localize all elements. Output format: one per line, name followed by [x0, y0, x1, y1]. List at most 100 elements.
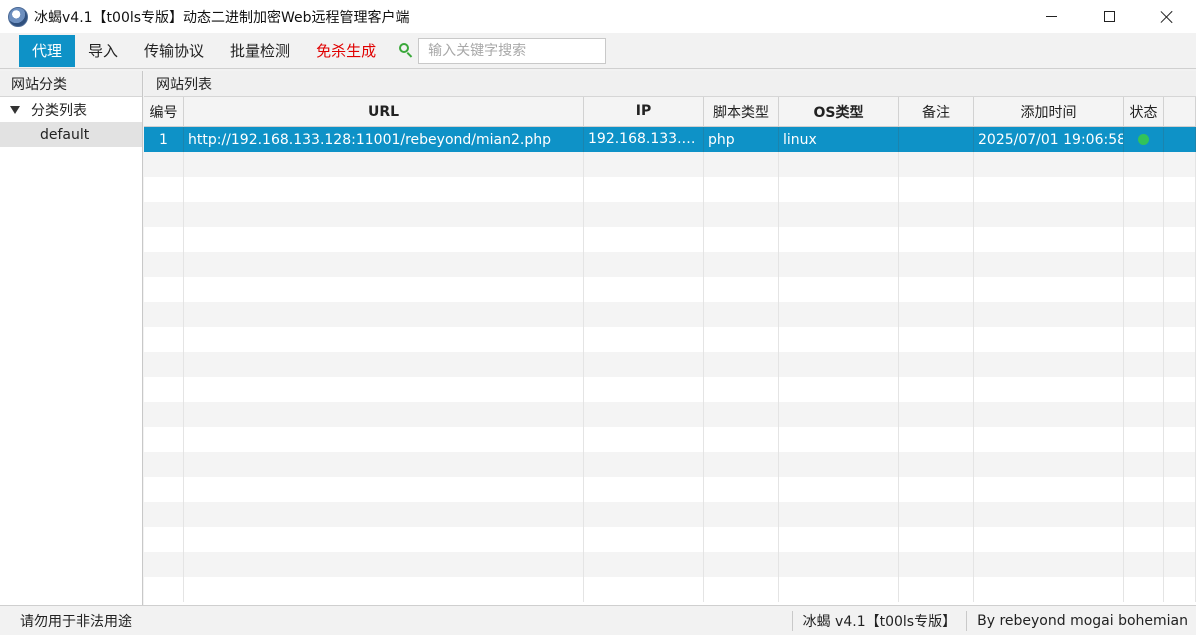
cell-os-type: linux [779, 127, 899, 152]
category-panel: 网站分类 分类列表 default [0, 71, 143, 605]
empty-cell [899, 552, 974, 577]
table-row[interactable]: 1 http://192.168.133.128:11001/rebeyond/… [144, 127, 1196, 152]
column-header-note[interactable]: 备注 [899, 97, 974, 127]
column-header-add-time[interactable]: 添加时间 [974, 97, 1124, 127]
empty-cell [1124, 252, 1164, 277]
empty-cell [184, 352, 584, 377]
table-row-empty [144, 327, 1196, 352]
empty-cell [1164, 202, 1196, 227]
empty-cell [1124, 577, 1164, 602]
empty-cell [184, 452, 584, 477]
empty-cell [1124, 552, 1164, 577]
close-icon [1160, 10, 1174, 24]
empty-cell [184, 577, 584, 602]
status-bar: 请勿用于非法用途 冰蝎 v4.1【t00ls专版】 By rebeyond mo… [0, 605, 1196, 635]
empty-cell [184, 552, 584, 577]
status-author-text: By rebeyond mogai bohemian [977, 612, 1188, 629]
menu-item-batch-check[interactable]: 批量检测 [217, 35, 303, 67]
empty-cell [584, 227, 704, 252]
search-icon[interactable] [399, 43, 414, 58]
empty-cell [899, 427, 974, 452]
empty-cell [184, 202, 584, 227]
empty-cell [184, 402, 584, 427]
empty-cell [704, 152, 779, 177]
empty-cell [1164, 327, 1196, 352]
empty-cell [704, 202, 779, 227]
empty-cell [144, 502, 184, 527]
category-panel-header: 网站分类 [0, 71, 142, 97]
empty-cell [779, 227, 899, 252]
empty-cell [779, 152, 899, 177]
empty-cell [704, 227, 779, 252]
column-header-script-type[interactable]: 脚本类型 [704, 97, 779, 127]
close-button[interactable] [1138, 0, 1196, 33]
empty-cell [899, 302, 974, 327]
menu-item-av-evasion-generate[interactable]: 免杀生成 [303, 35, 389, 67]
menu-item-transport-protocol[interactable]: 传输协议 [131, 35, 217, 67]
empty-cell [584, 302, 704, 327]
empty-cell [584, 527, 704, 552]
column-header-status[interactable]: 状态 [1124, 97, 1164, 127]
cell-number: 1 [144, 127, 184, 152]
cell-script-type: php [704, 127, 779, 152]
table-row-empty [144, 252, 1196, 277]
empty-cell [899, 377, 974, 402]
empty-cell [1164, 502, 1196, 527]
empty-cell [974, 177, 1124, 202]
empty-cell [1124, 427, 1164, 452]
empty-cell [144, 577, 184, 602]
empty-cell [1164, 552, 1196, 577]
expand-arrow-icon[interactable] [10, 105, 20, 114]
menu-item-proxy[interactable]: 代理 [19, 34, 76, 67]
empty-cell [899, 452, 974, 477]
table-row-empty [144, 527, 1196, 552]
tree-node-category-list[interactable]: 分类列表 [0, 97, 142, 122]
empty-cell [1124, 327, 1164, 352]
empty-cell [1164, 152, 1196, 177]
empty-cell [704, 527, 779, 552]
window-controls [1022, 0, 1196, 33]
empty-cell [1164, 427, 1196, 452]
empty-cell [144, 527, 184, 552]
empty-cell [899, 577, 974, 602]
cell-note [899, 127, 974, 152]
empty-cell [584, 577, 704, 602]
minimize-button[interactable] [1022, 0, 1080, 33]
empty-cell [779, 202, 899, 227]
empty-cell [584, 202, 704, 227]
empty-cell [144, 152, 184, 177]
empty-cell [1124, 502, 1164, 527]
empty-cell [1164, 352, 1196, 377]
empty-cell [1164, 577, 1196, 602]
column-header-url[interactable]: URL [184, 97, 584, 127]
empty-cell [704, 252, 779, 277]
table-row-empty [144, 227, 1196, 252]
empty-cell [144, 552, 184, 577]
table-header-row: 编号 URL IP 脚本类型 OS类型 备注 添加时间 状态 [144, 97, 1196, 127]
empty-cell [184, 277, 584, 302]
empty-cell [779, 427, 899, 452]
empty-cell [184, 302, 584, 327]
empty-rows [144, 152, 1196, 602]
column-header-ip[interactable]: IP [584, 97, 704, 127]
empty-cell [704, 327, 779, 352]
status-online-icon [1138, 134, 1149, 145]
tree-node-default[interactable]: default [0, 122, 142, 147]
empty-cell [779, 377, 899, 402]
search-input[interactable] [418, 37, 607, 64]
empty-cell [1124, 477, 1164, 502]
empty-cell [144, 252, 184, 277]
menu-item-import[interactable]: 导入 [75, 35, 131, 67]
table-row-empty [144, 552, 1196, 577]
cell-filler [1164, 127, 1196, 152]
column-header-os-type[interactable]: OS类型 [779, 97, 899, 127]
empty-cell [1124, 227, 1164, 252]
cell-status [1124, 127, 1164, 152]
empty-cell [974, 552, 1124, 577]
search-area [399, 37, 607, 64]
maximize-button[interactable] [1080, 0, 1138, 33]
empty-cell [704, 452, 779, 477]
column-header-number[interactable]: 编号 [144, 97, 184, 127]
empty-cell [974, 402, 1124, 427]
empty-cell [584, 352, 704, 377]
